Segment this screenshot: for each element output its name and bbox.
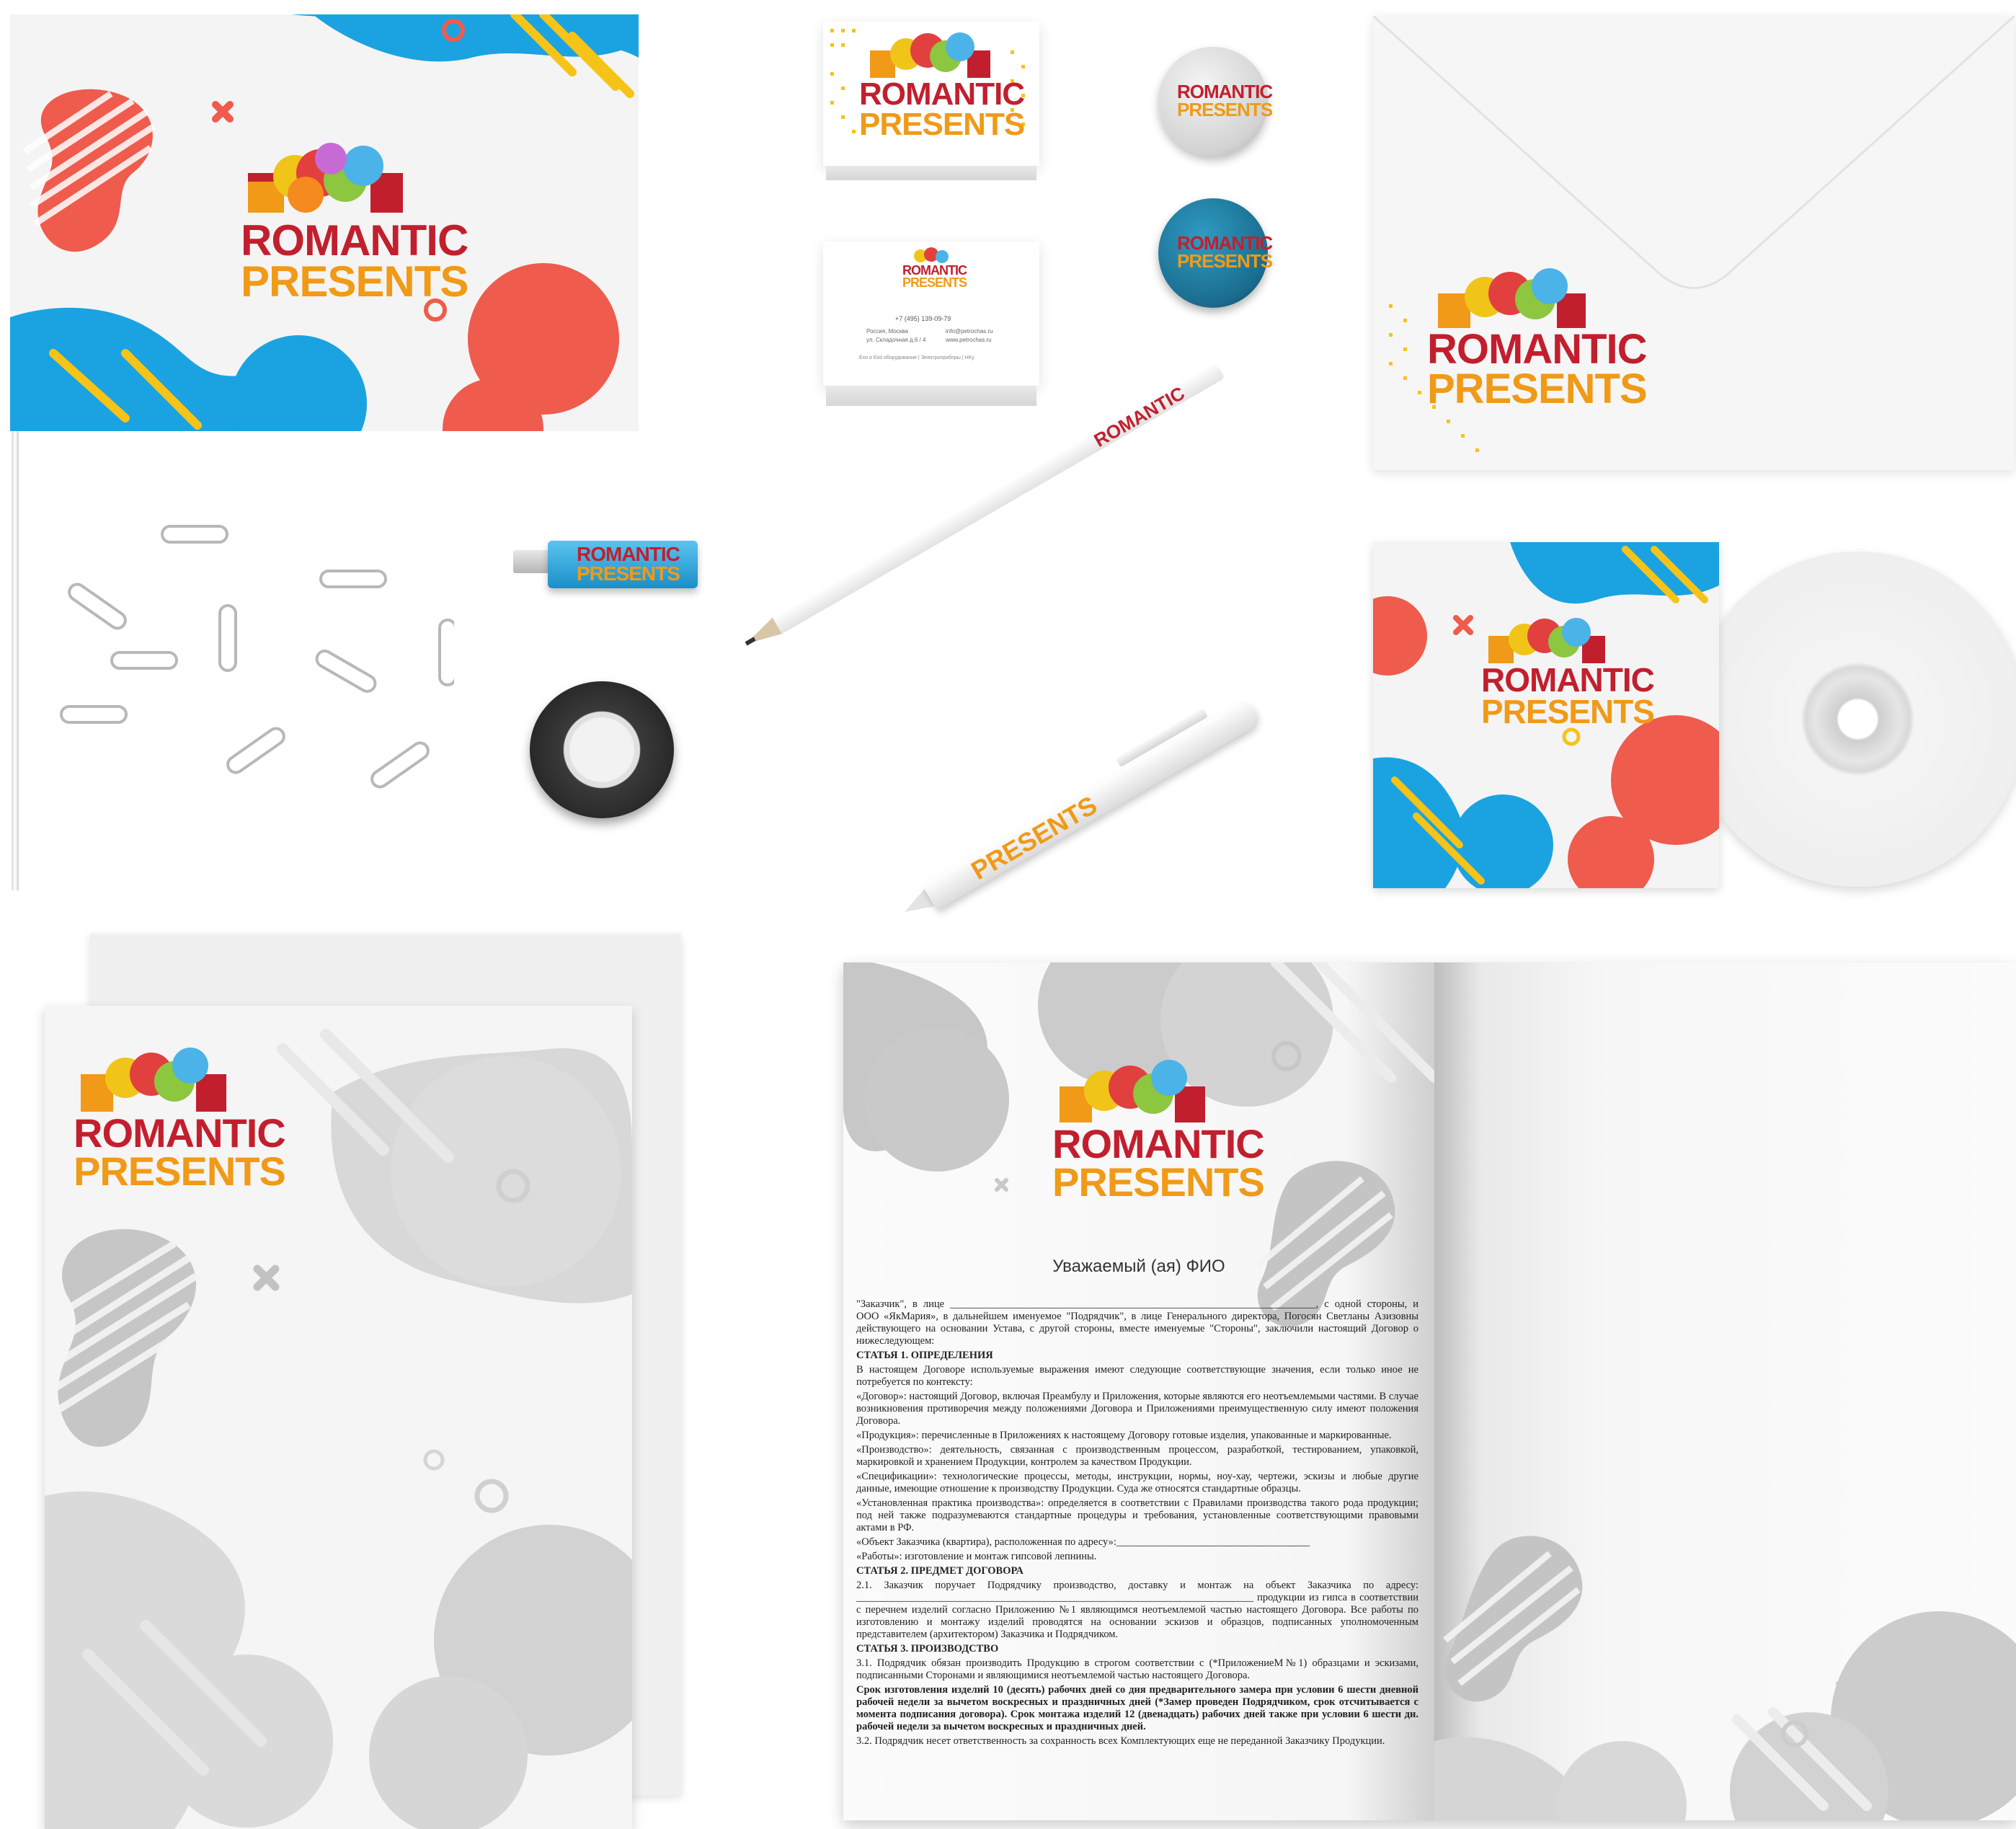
right-page-pattern <box>1434 1536 2016 1820</box>
balloons-gifts-icon <box>914 247 949 263</box>
paper-clips <box>60 525 454 789</box>
letter-greeting: Уважаемый (ая) ФИО <box>1052 1257 1225 1276</box>
badge-light-line2: PRESENTS <box>1177 98 1273 120</box>
tape-roll <box>530 681 674 818</box>
badge-blue-line1: ROMANTIC <box>1177 232 1273 254</box>
folder-logo-line1: ROMANTIC <box>74 1110 286 1156</box>
envelope-logo: ROMANTIC PRESENTS <box>1427 265 1648 413</box>
booklet-left-page: ROMANTIC PRESENTS Уважаемый (ая) ФИО "За… <box>843 962 1434 1820</box>
card-front-logo: ROMANTIC PRESENTS <box>859 29 1025 142</box>
letter-p2: В настоящем Договоре используемые выраже… <box>856 1364 1418 1388</box>
pen: PRESENTS <box>897 697 1261 925</box>
balloons-gifts-icon <box>81 1048 226 1112</box>
booklet: ROMANTIC PRESENTS Уважаемый (ая) ФИО "За… <box>843 962 2016 1820</box>
card-front: ROMANTIC PRESENTS <box>823 22 1039 166</box>
letter-h1: СТАТЬЯ 1. ОПРЕДЕЛЕНИЯ <box>856 1350 993 1361</box>
usb-drive: ROMANTIC PRESENTS <box>548 541 698 588</box>
card-phone: +7 (495) 139-09-79 <box>895 315 951 322</box>
logo-line2: PRESENTS <box>241 257 469 306</box>
letter-p8: «Объект Заказчика (квартира), расположен… <box>856 1536 1310 1548</box>
envelope-logo-line2: PRESENTS <box>1427 366 1648 413</box>
badge-light: ROMANTIC PRESENTS <box>1158 47 1273 156</box>
card-back-logo: ROMANTIC PRESENTS <box>902 247 967 291</box>
booklet-logo-line1: ROMANTIC <box>1052 1121 1265 1166</box>
card-footer: Exo и Exd оборудование | Электроприборы … <box>859 355 974 360</box>
card-address-line2: ул. Складочная д.6 / 4 <box>866 337 926 343</box>
usb-line1: ROMANTIC <box>577 543 680 565</box>
folder-logo-line2: PRESENTS <box>74 1148 286 1195</box>
folder-logo: ROMANTIC PRESENTS <box>74 1042 286 1195</box>
flag-logo: ROMANTIC PRESENTS <box>241 141 469 306</box>
card-back: ROMANTIC PRESENTS +7 (495) 139-09-79 Рос… <box>823 242 1039 386</box>
card-stack-edge <box>826 166 1036 180</box>
letter-body: "Заказчик", в лице _____________________… <box>856 1298 1418 1750</box>
letter-p9: «Работы»: изготовление и монтаж гипсовой… <box>856 1551 1097 1562</box>
cd-sleeve: ROMANTIC PRESENTS <box>1373 542 1719 888</box>
letter-p5: «Производство»: деятельность, связанная … <box>856 1444 1418 1468</box>
badge-blue-line2: PRESENTS <box>1177 249 1273 272</box>
balloons-gifts-icon <box>1060 1060 1205 1122</box>
card-stack-edge <box>826 386 1036 406</box>
flag-mockup: ROMANTIC PRESENTS <box>10 14 639 431</box>
card-logo-line1: ROMANTIC <box>859 76 1025 112</box>
letter-p1: "Заказчик", в лице _____________________… <box>856 1298 1418 1347</box>
letter-p3: «Договор»: настоящий Договор, включая Пр… <box>856 1391 1418 1427</box>
card-back-logo-line2: PRESENTS <box>902 275 967 291</box>
letter-p11: 3.1. Подрядчик обязан производить Продук… <box>856 1657 1418 1681</box>
logo-line1: ROMANTIC <box>241 216 469 265</box>
envelope: ROMANTIC PRESENTS <box>1373 16 2015 470</box>
letter-p13: 3.2. Подрядчик несет ответственность за … <box>856 1735 1385 1747</box>
sleeve-logo-line2: PRESENTS <box>1481 692 1655 730</box>
booklet-logo-line2: PRESENTS <box>1052 1159 1265 1205</box>
sleeve-logo-line1: ROMANTIC <box>1481 661 1655 699</box>
card-logo-line2: PRESENTS <box>859 106 1025 142</box>
balloons-gifts-icon <box>1488 618 1605 663</box>
balloons-gifts-icon <box>248 143 403 213</box>
folder-front: ROMANTIC PRESENTS <box>45 1006 632 1829</box>
letter-p6: «Спецификации»: технологические процессы… <box>856 1471 1418 1494</box>
card-email: info@petrochas.ru <box>946 328 993 335</box>
badge-blue: ROMANTIC PRESENTS <box>1158 198 1273 308</box>
letter-p10: 2.1. Заказчик поручает Подрядчику произв… <box>856 1580 1418 1640</box>
letter-p12: Срок изготовления изделий 10 (десять) ра… <box>856 1684 1418 1732</box>
pen-text: PRESENTS <box>966 789 1102 886</box>
booklet-logo: ROMANTIC PRESENTS <box>1052 1056 1265 1205</box>
letter-p7: «Установленная практика производства»: о… <box>856 1497 1418 1533</box>
flag-pole <box>12 425 19 890</box>
card-address-line1: Россия, Москва <box>866 328 908 335</box>
cd-disc <box>1690 552 2016 887</box>
booklet-right-page <box>1434 962 2016 1820</box>
card-site: www.petrochas.ru <box>946 337 992 343</box>
badge-light-line1: ROMANTIC <box>1177 81 1273 102</box>
letter-h2: СТАТЬЯ 2. ПРЕДМЕТ ДОГОВОРА <box>856 1565 1023 1577</box>
usb-line2: PRESENTS <box>577 562 680 585</box>
balloons-gifts-icon <box>870 32 990 78</box>
usb-connector <box>513 550 549 573</box>
letter-h3: СТАТЬЯ 3. ПРОИЗВОДСТВО <box>856 1643 999 1655</box>
sleeve-logo: ROMANTIC PRESENTS <box>1481 614 1655 730</box>
letter-p4: «Продукция»: перечисленные в Приложениях… <box>856 1430 1392 1441</box>
envelope-logo-line1: ROMANTIC <box>1427 326 1648 373</box>
pencil-text: ROMANTIC <box>1090 381 1189 451</box>
balloons-gifts-icon <box>1438 268 1586 328</box>
